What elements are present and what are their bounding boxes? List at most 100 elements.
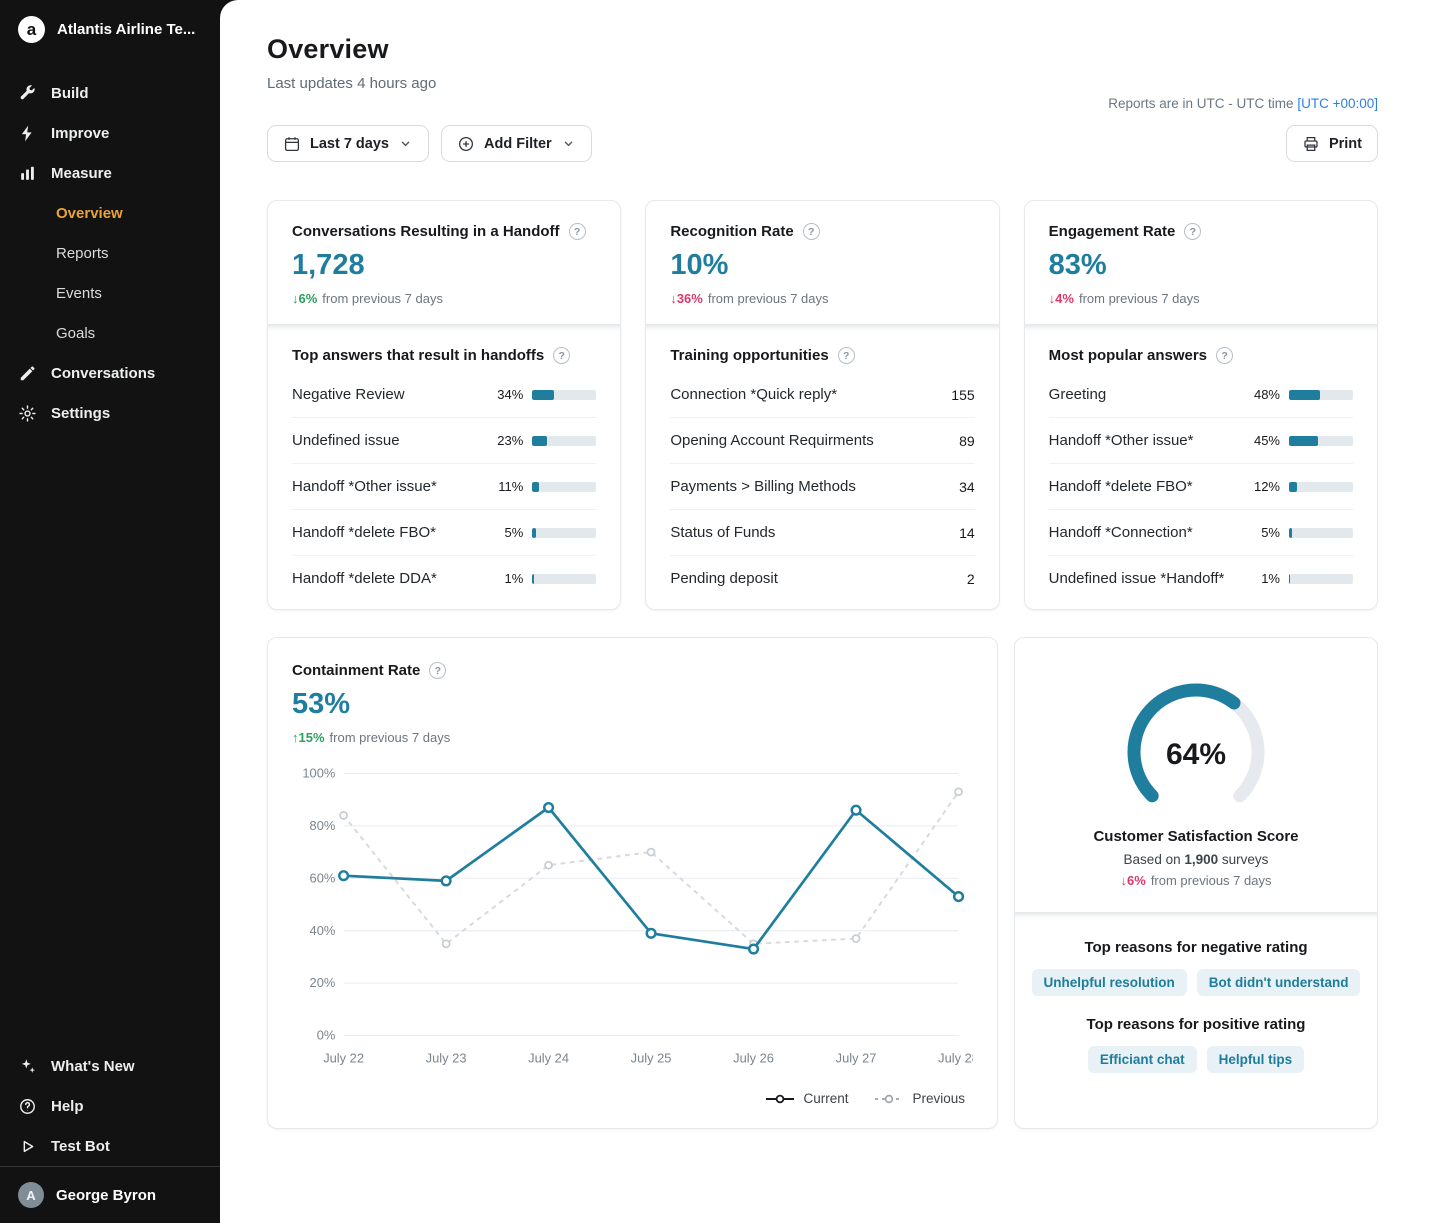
question-icon[interactable]: ? [569, 223, 586, 240]
sidebar-item-conversations[interactable]: Conversations [0, 353, 220, 393]
svg-text:20%: 20% [310, 975, 336, 990]
question-icon[interactable]: ? [838, 347, 855, 364]
percent-bar [1289, 436, 1353, 446]
handoff-answers-list: Top answers that result in handoffs ? Ne… [268, 324, 620, 609]
date-range-filter-button[interactable]: Last 7 days [267, 125, 429, 162]
sidebar-item-goals[interactable]: Goals [0, 313, 220, 353]
section-title: Top answers that result in handoffs [292, 347, 544, 364]
sidebar-item-reports[interactable]: Reports [0, 233, 220, 273]
sidebar-item-improve[interactable]: Improve [0, 113, 220, 153]
reason-tag: Helpful tips [1207, 1046, 1305, 1073]
sidebar-item-label: Help [51, 1098, 84, 1115]
recognition-stat: Recognition Rate ? 10% ↓36%from previous… [646, 201, 998, 324]
recognition-card: Recognition Rate ? 10% ↓36%from previous… [645, 200, 999, 610]
wrench-icon [18, 84, 37, 103]
sidebar-item-whats-new[interactable]: What's New [0, 1046, 220, 1086]
sidebar: a Atlantis Airline Te... Build Improve M… [0, 0, 220, 1223]
play-icon [18, 1137, 37, 1156]
engagement-stat: Engagement Rate ? 83% ↓4%from previous 7… [1025, 201, 1377, 324]
delta-row: ↓4%from previous 7 days [1049, 291, 1353, 306]
app-logo-icon: a [18, 16, 45, 43]
list-item: Handoff *Other issue*45% [1049, 418, 1353, 464]
svg-text:July 27: July 27 [836, 1050, 877, 1065]
current-line-marker-icon [765, 1093, 795, 1105]
sidebar-item-events[interactable]: Events [0, 273, 220, 313]
workspace-switcher[interactable]: a Atlantis Airline Te... [0, 0, 220, 57]
csat-survey-count: 1,900 [1184, 852, 1218, 867]
svg-text:60%: 60% [310, 870, 336, 885]
print-button[interactable]: Print [1286, 125, 1378, 162]
reason-tag: Unhelpful resolution [1032, 969, 1187, 996]
list-item: Connection *Quick reply*155 [670, 372, 974, 418]
page-title: Overview [267, 34, 1378, 65]
sidebar-item-settings[interactable]: Settings [0, 393, 220, 433]
positive-reasons-title: Top reasons for positive rating [1031, 1016, 1361, 1033]
sidebar-item-label: Test Bot [51, 1138, 110, 1155]
list-item: Handoff *delete DDA*1% [292, 556, 596, 601]
section-title: Most popular answers [1049, 347, 1207, 364]
delta-note: from previous 7 days [1151, 873, 1272, 888]
list-item: Payments > Billing Methods34 [670, 464, 974, 510]
percent-bar [1289, 482, 1353, 492]
svg-text:July 23: July 23 [426, 1050, 467, 1065]
containment-rate-line-chart: 0%20%40%60%80%100%July 22July 23July 24J… [292, 759, 973, 1089]
sidebar-item-build[interactable]: Build [0, 73, 220, 113]
question-icon[interactable]: ? [429, 662, 446, 679]
utc-timezone-link[interactable]: [UTC +00:00] [1297, 96, 1378, 111]
question-icon[interactable]: ? [1216, 347, 1233, 364]
legend-previous: Previous [874, 1091, 965, 1106]
csat-gauge-section: 64% Customer Satisfaction Score Based on… [1015, 638, 1377, 912]
card-title: Recognition Rate [670, 223, 793, 240]
calendar-icon [283, 135, 301, 153]
bar-chart-icon [18, 164, 37, 183]
sidebar-item-overview[interactable]: Overview [0, 193, 220, 233]
svg-text:100%: 100% [302, 766, 335, 781]
card-title: Conversations Resulting in a Handoff [292, 223, 560, 240]
question-icon[interactable]: ? [803, 223, 820, 240]
card-title: Containment Rate [292, 662, 420, 679]
delta-row: ↑15%from previous 7 days [292, 730, 973, 745]
sidebar-item-label: Improve [51, 125, 109, 142]
handoff-card: Conversations Resulting in a Handoff ? 1… [267, 200, 621, 610]
delta-value: ↓6% [1121, 873, 1146, 888]
sidebar-item-label: Reports [56, 245, 109, 262]
user-name: George Byron [56, 1187, 156, 1204]
bottom-cards-row: Containment Rate ? 53% ↑15%from previous… [267, 637, 1378, 1129]
svg-text:July 26: July 26 [733, 1050, 774, 1065]
sidebar-item-label: Overview [56, 205, 123, 222]
toolbar: Last 7 days Add Filter Print [267, 125, 1378, 162]
chevron-down-icon [398, 136, 413, 151]
csat-title: Customer Satisfaction Score [1039, 828, 1353, 845]
svg-text:July 24: July 24 [528, 1050, 569, 1065]
stat-value: 1,728 [292, 249, 596, 282]
user-menu[interactable]: A George Byron [0, 1166, 220, 1223]
reason-tag: Efficiant chat [1088, 1046, 1197, 1073]
sidebar-item-test-bot[interactable]: Test Bot [0, 1126, 220, 1166]
list-item: Opening Account Requirments89 [670, 418, 974, 464]
percent-bar [1289, 574, 1353, 584]
containment-card: Containment Rate ? 53% ↑15%from previous… [267, 637, 998, 1129]
printer-icon [1302, 135, 1320, 153]
sidebar-item-label: Measure [51, 165, 112, 182]
add-filter-button[interactable]: Add Filter [441, 125, 592, 162]
negative-reasons-title: Top reasons for negative rating [1031, 939, 1361, 956]
chevron-down-icon [561, 136, 576, 151]
negative-reason-tags: Unhelpful resolution Bot didn't understa… [1031, 969, 1361, 996]
delta-value: ↓4% [1049, 291, 1074, 306]
print-label: Print [1329, 136, 1362, 152]
list-item: Handoff *delete FBO*5% [292, 510, 596, 556]
sidebar-item-measure[interactable]: Measure [0, 153, 220, 193]
add-filter-label: Add Filter [484, 136, 552, 152]
sidebar-item-label: Events [56, 285, 102, 302]
delta-value: ↓6% [292, 291, 317, 306]
question-icon[interactable]: ? [1184, 223, 1201, 240]
sidebar-nav: Build Improve Measure Overview Reports E… [0, 57, 220, 433]
sidebar-item-help[interactable]: Help [0, 1086, 220, 1126]
csat-gauge-value: 64% [1111, 738, 1281, 772]
training-opportunities-list: Training opportunities ? Connection *Qui… [646, 324, 998, 609]
sparkles-icon [18, 1057, 37, 1076]
utc-note-text: Reports are in UTC - UTC time [1108, 96, 1293, 111]
list-item: Greeting48% [1049, 372, 1353, 418]
question-icon[interactable]: ? [553, 347, 570, 364]
csat-card: 64% Customer Satisfaction Score Based on… [1014, 637, 1378, 1129]
